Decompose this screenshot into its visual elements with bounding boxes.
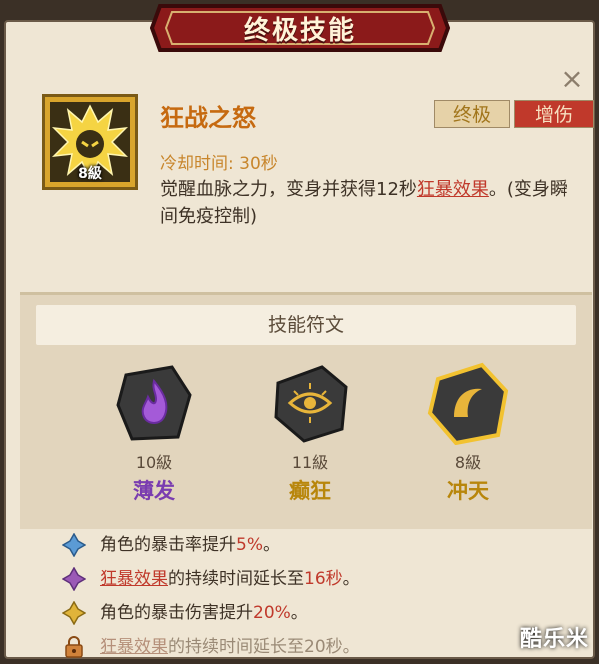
eye-icon [268, 361, 352, 445]
tag-ultimate: 终极 [434, 100, 510, 128]
purple-diamond-icon [61, 566, 87, 592]
tag-damage-boost: 增伤 [514, 100, 594, 128]
crescent-icon [426, 361, 510, 446]
title-banner: 终极技能 [150, 0, 450, 56]
blue-diamond-icon [61, 532, 87, 558]
rune-name: 癫狂 [289, 479, 331, 503]
skill-level: 8級 [78, 166, 102, 182]
dialog-title: 终极技能 [243, 16, 356, 46]
bonus-suffix: 。 [342, 637, 360, 657]
skill-name: 狂战之怒 [160, 104, 256, 132]
bonus-frenzy-duration-locked: 狂暴效果的持续时间延长至20秒。 [62, 632, 360, 659]
bonus-value: 20秒 [304, 637, 343, 657]
bonus-value: 20% [253, 603, 291, 623]
rune-item-bofa[interactable]: 10級 薄发 [94, 361, 214, 505]
gold-diamond-icon [61, 600, 87, 626]
skill-runes-section: 技能符文 10級 薄发 11級 癫狂 8級 冲天 [20, 292, 592, 529]
bonus-suffix: 。 [342, 569, 360, 589]
watermark: 酷乐米 [519, 627, 589, 652]
skill-dialog: × 8級 狂战之怒 终极 增伤 冷却时间: 30秒 觉醒血脉之力，变身并获得12… [4, 20, 595, 659]
bonus-suffix: 。 [262, 535, 280, 555]
rune-level: 8級 [454, 453, 482, 472]
frenzy-effect-link[interactable]: 狂暴效果 [100, 569, 168, 589]
desc-text: 觉醒血脉之力，变身并获得12秒 [160, 179, 417, 200]
bonus-value: 16秒 [304, 569, 343, 589]
bonus-text: 角色的暴击伤害提升 [100, 603, 253, 623]
cooldown-text: 冷却时间: 30秒 [160, 154, 278, 174]
rune-level: 10級 [135, 453, 173, 472]
skill-description: 觉醒血脉之力，变身并获得12秒狂暴效果。(变身瞬间免疫控制) [160, 176, 580, 230]
frenzy-effect-link[interactable]: 狂暴效果 [100, 637, 168, 657]
bonus-text: 的持续时间延长至 [168, 569, 304, 589]
rune-item-diankuang[interactable]: 11級 癫狂 [250, 361, 370, 505]
bonus-suffix: 。 [290, 603, 308, 623]
rune-level: 11級 [291, 453, 329, 472]
bonus-text: 角色的暴击率提升 [100, 535, 236, 555]
bonus-crit-rate: 角色的暴击率提升5%。 [61, 530, 280, 558]
rune-item-chongtian[interactable]: 8級 冲天 [408, 361, 528, 505]
bonus-value: 5% [236, 535, 263, 555]
purple-flame-icon [112, 361, 196, 445]
bonus-text: 的持续时间延长至 [168, 637, 304, 657]
rune-name: 薄发 [133, 479, 175, 503]
frenzy-effect-link[interactable]: 狂暴效果 [417, 179, 489, 200]
runes-header: 技能符文 [36, 305, 576, 345]
bonus-frenzy-duration: 狂暴效果的持续时间延长至16秒。 [61, 564, 360, 592]
rune-name: 冲天 [447, 479, 489, 503]
bonus-crit-damage: 角色的暴击伤害提升20%。 [61, 598, 308, 626]
skill-icon-frame: 8級 [42, 94, 138, 190]
lock-icon [62, 635, 86, 659]
close-button[interactable]: × [559, 65, 585, 93]
